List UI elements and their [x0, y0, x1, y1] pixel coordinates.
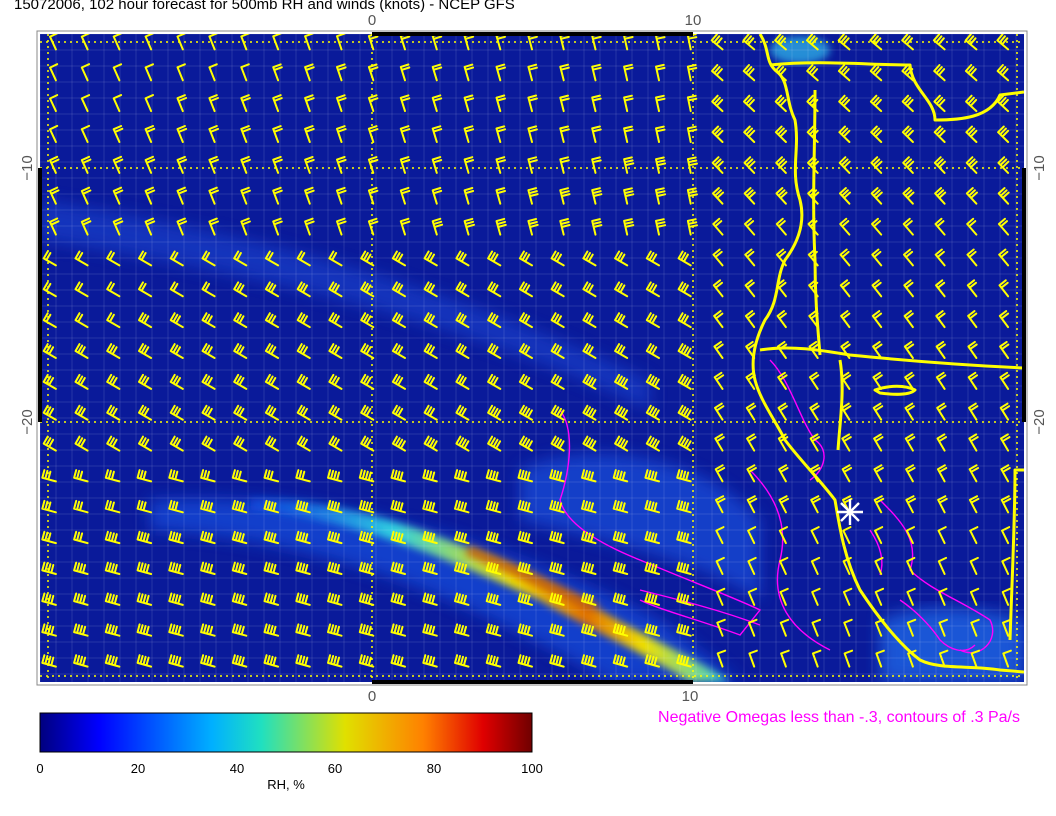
omega-note: Negative Omegas less than -.3, contours …: [658, 709, 1020, 726]
colorbar-tick: 40: [230, 761, 244, 776]
colorbar-gradient: [39, 712, 533, 753]
left-tick-minus20: −20: [19, 409, 36, 434]
colorbar-tick: 20: [131, 761, 145, 776]
top-tick-0: 0: [368, 12, 376, 29]
left-tick-minus10: −10: [19, 155, 36, 180]
top-tick-10: 10: [685, 12, 702, 29]
bottom-tick-10: 10: [682, 688, 699, 705]
rh-wind-map: 0 10 0 10 −10 −20 −10 −20 0 20 40 60 80 …: [19, 12, 1048, 792]
colorbar-tick: 100: [521, 761, 543, 776]
map-field: [40, 34, 1024, 682]
right-tick-minus20: −20: [1031, 409, 1048, 434]
rh-colorbar: 0 20 40 60 80 100 RH, %: [36, 712, 543, 792]
colorbar-label: RH, %: [267, 777, 305, 792]
colorbar-tick: 0: [36, 761, 43, 776]
colorbar-tick: 80: [427, 761, 441, 776]
colorbar-ticks: 0 20 40 60 80 100: [36, 761, 542, 776]
colorbar-tick: 60: [328, 761, 342, 776]
right-tick-minus10: −10: [1031, 155, 1048, 180]
bottom-tick-0: 0: [368, 688, 376, 705]
